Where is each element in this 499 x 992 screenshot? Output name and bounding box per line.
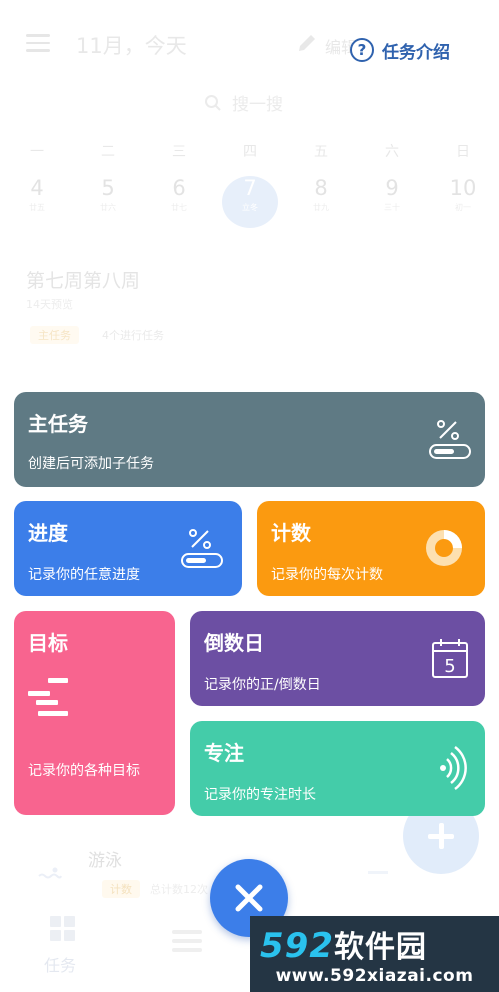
overlay-veil[interactable] xyxy=(0,0,499,992)
card-title: 计数 xyxy=(271,521,311,545)
counter-ring-icon xyxy=(426,530,462,566)
card-title: 目标 xyxy=(28,631,68,655)
watermark-brand-text: 软件园 xyxy=(333,930,427,965)
task-intro-label: 任务介绍 xyxy=(382,42,450,63)
card-title: 倒数日 xyxy=(204,631,264,655)
watermark-brand: 592软件园 xyxy=(260,922,427,966)
calendar-number: 5 xyxy=(444,656,455,677)
calendar-icon: 5 xyxy=(432,639,468,678)
card-description: 记录你的任意进度 xyxy=(28,567,140,583)
help-circle-icon: ? xyxy=(350,38,374,62)
card-title: 主任务 xyxy=(28,412,88,436)
goal-bars-icon xyxy=(28,678,68,716)
card-countdown[interactable]: 倒数日 记录你的正/倒数日 5 xyxy=(190,611,485,706)
card-description: 创建后可添加子任务 xyxy=(28,456,154,472)
card-count[interactable]: 计数 记录你的每次计数 xyxy=(257,501,485,596)
card-description: 记录你的正/倒数日 xyxy=(204,677,321,693)
card-title: 进度 xyxy=(28,521,68,545)
card-description: 记录你的专注时长 xyxy=(204,787,316,803)
percent-toggle-icon xyxy=(181,529,223,568)
card-description: 记录你的各种目标 xyxy=(28,763,140,779)
percent-toggle-icon xyxy=(429,420,471,459)
watermark-brand-number: 592 xyxy=(260,926,334,966)
card-goal[interactable]: 目标 记录你的各种目标 xyxy=(14,611,175,815)
close-icon xyxy=(235,884,263,912)
card-title: 专注 xyxy=(204,741,244,765)
card-main-task[interactable]: 主任务 创建后可添加子任务 xyxy=(14,392,485,487)
watermark: 592软件园 www.592xiazai.com xyxy=(250,916,499,992)
watermark-url: www.592xiazai.com xyxy=(275,966,474,986)
card-focus[interactable]: 专注 记录你的专注时长 xyxy=(190,721,485,816)
task-intro-button[interactable]: ? 任务介绍 xyxy=(350,36,450,64)
card-description: 记录你的每次计数 xyxy=(271,567,383,583)
sound-wave-icon xyxy=(440,745,467,791)
card-progress[interactable]: 进度 记录你的任意进度 xyxy=(14,501,242,596)
